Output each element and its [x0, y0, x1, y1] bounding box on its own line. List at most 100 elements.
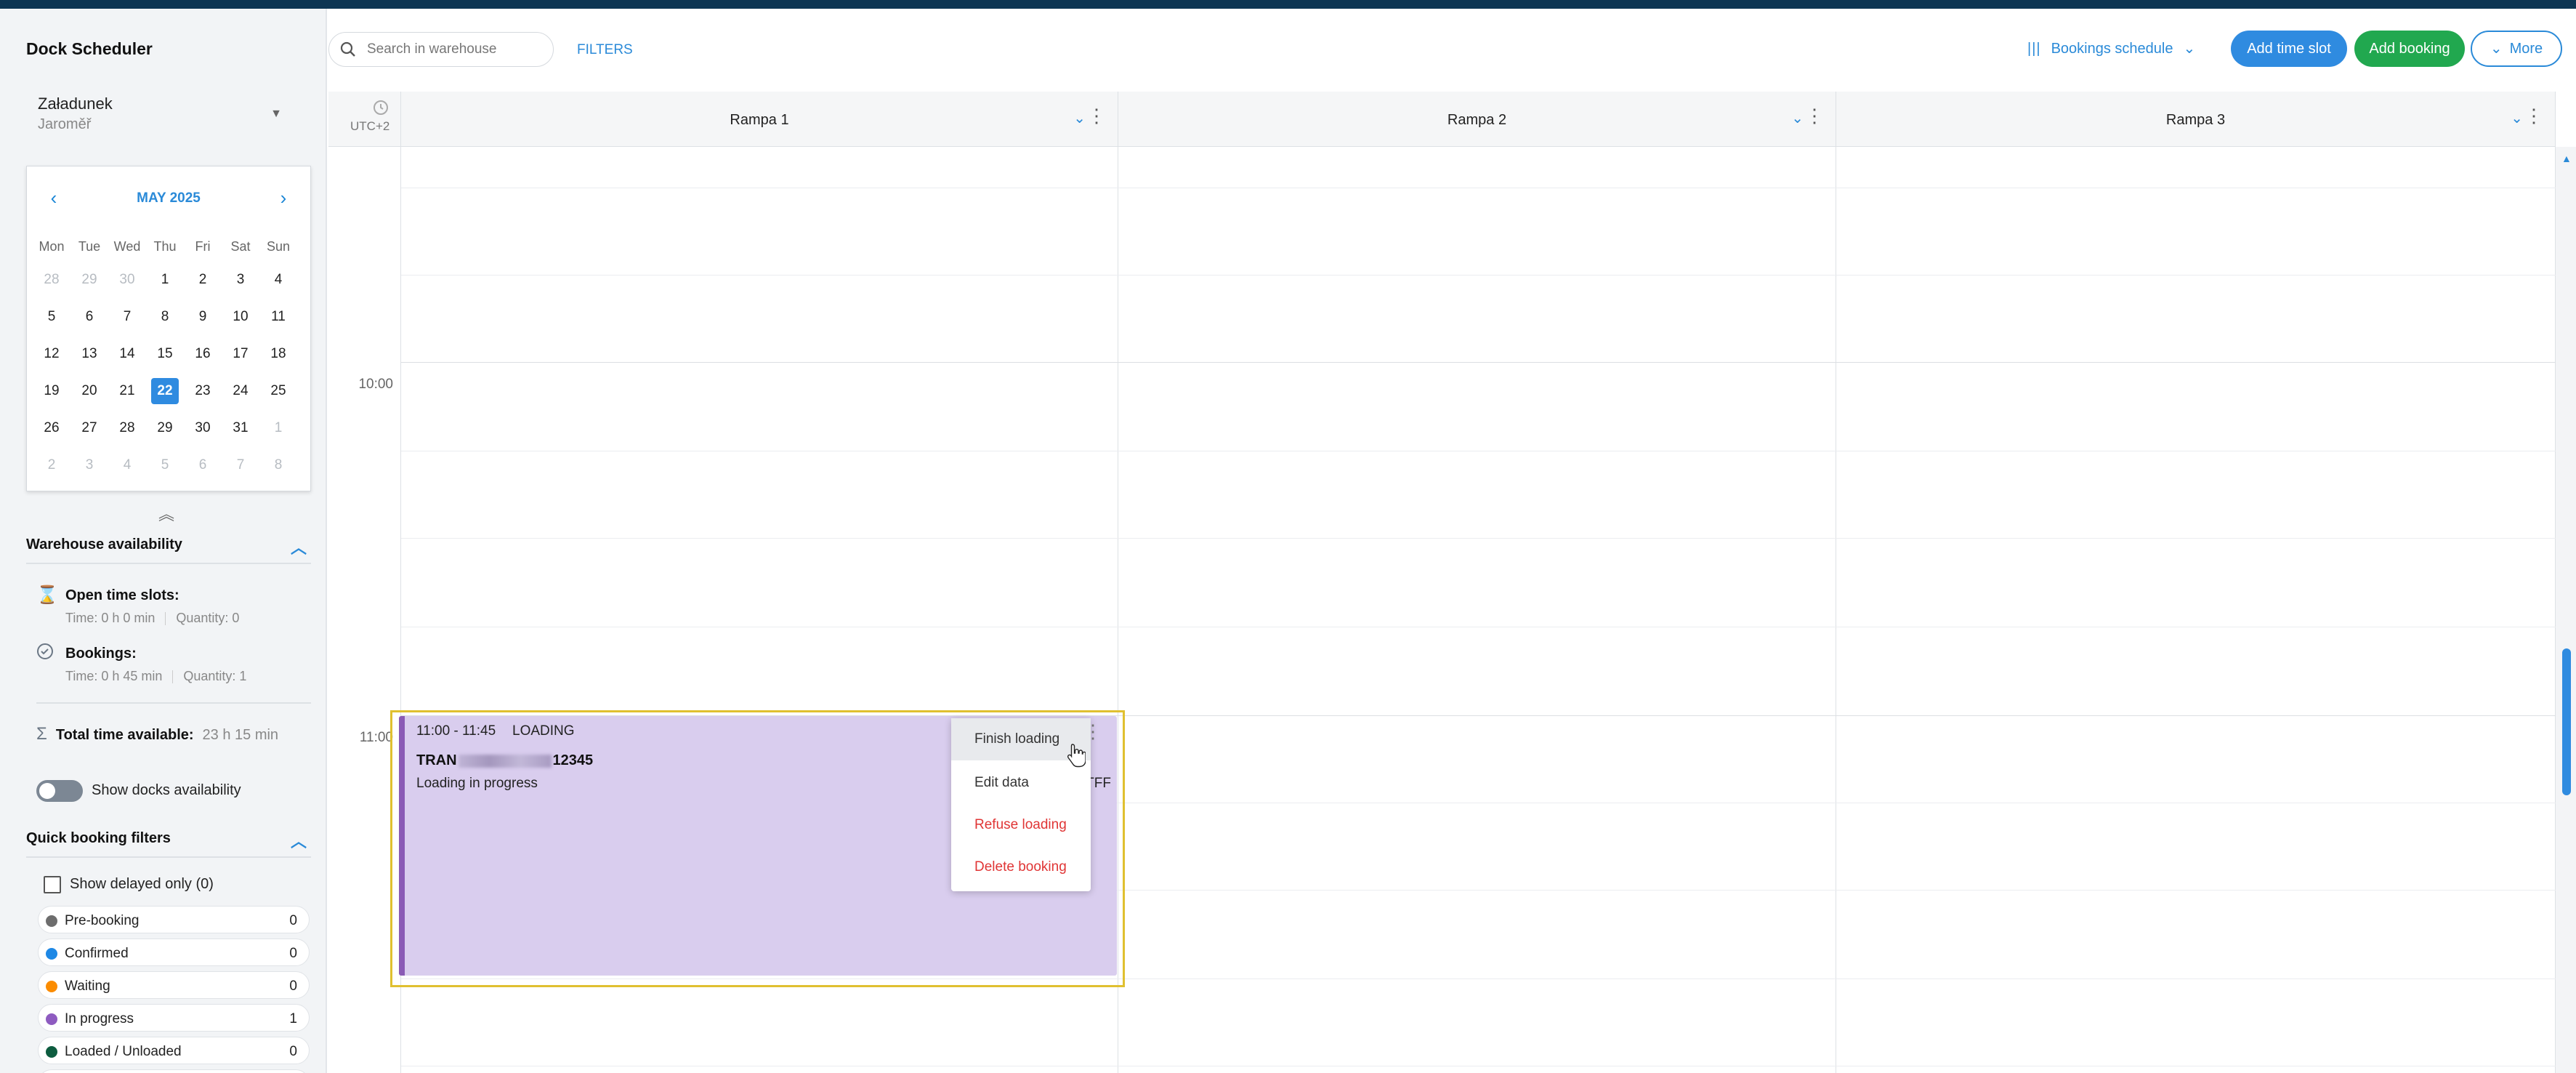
calendar-day-number: 18 — [270, 345, 286, 361]
calendar-day[interactable]: 1 — [259, 420, 297, 436]
more-label: More — [2509, 41, 2543, 57]
more-vertical-icon[interactable]: ⋮ — [1805, 106, 1824, 125]
calendar-grid: Mon Tue Wed Thu Fri Sat Sun 28 29 30 1 2 3 4 5 6… — [33, 232, 306, 483]
warehouse-select[interactable]: Załadunek Jaroměř ▼ — [26, 89, 296, 147]
grid-line — [401, 362, 2556, 363]
open-slots-detail: Time: 0 h 0 min Quantity: 0 — [65, 611, 239, 626]
calendar-day[interactable]: 6 — [184, 457, 222, 473]
chevron-down-icon[interactable]: ⌄ — [1791, 109, 1804, 127]
calendar-day-number: 6 — [198, 457, 207, 473]
calendar-day[interactable]: 4 — [259, 272, 297, 288]
vertical-scrollbar[interactable]: ▲ — [2556, 147, 2576, 1073]
ramp-column-header[interactable]: Rampa 2 ⌄ ⋮ — [1118, 92, 1836, 147]
calendar-day[interactable]: 29 — [70, 272, 108, 288]
calendar-day[interactable]: 25 — [259, 383, 297, 399]
ramp-column-header[interactable]: Rampa 1 ⌄ ⋮ — [401, 92, 1118, 147]
calendar-day[interactable]: 26 — [33, 420, 70, 436]
calendar-month-label[interactable]: MAY 2025 — [27, 190, 310, 206]
status-filter-item[interactable]: Pre-booking 0 — [38, 906, 310, 933]
edit-data-menu-item[interactable]: Edit data — [951, 762, 1091, 804]
calendar-day[interactable]: 21 — [108, 383, 146, 399]
calendar-day[interactable]: 15 — [146, 346, 184, 362]
calendar-day[interactable]: 3 — [222, 272, 259, 288]
bookings-detail: Time: 0 h 45 min Quantity: 1 — [65, 669, 246, 684]
calendar-day[interactable]: 8 — [146, 309, 184, 325]
calendar-day[interactable]: 20 — [70, 383, 108, 399]
calendar-day[interactable]: 7 — [222, 457, 259, 473]
docks-availability-toggle[interactable] — [36, 780, 83, 802]
calendar-day[interactable]: 5 — [146, 457, 184, 473]
calendar-week-row: 2 3 4 5 6 7 8 — [33, 446, 306, 483]
calendar-day[interactable]: 17 — [222, 346, 259, 362]
status-filter-item[interactable]: Departure0 — [38, 1069, 310, 1073]
calendar-day[interactable]: 6 — [70, 309, 108, 325]
calendar-day[interactable]: 24 — [222, 383, 259, 399]
calendar-day[interactable]: 23 — [184, 383, 222, 399]
status-count: 0 — [289, 978, 297, 994]
collapse-calendar-icon[interactable]: ︽ — [158, 502, 174, 525]
calendar-day[interactable]: 31 — [222, 420, 259, 436]
calendar-day[interactable]: 28 — [108, 420, 146, 436]
ramp-lane[interactable] — [1836, 147, 2556, 1073]
scroll-up-icon[interactable]: ▲ — [2561, 153, 2572, 164]
add-time-slot-button[interactable]: Add time slot — [2231, 31, 2347, 67]
status-filter-item[interactable]: Confirmed 0 — [38, 939, 310, 966]
ramp-column-header[interactable]: Rampa 3 ⌄ ⋮ — [1836, 92, 2556, 147]
more-vertical-icon[interactable]: ⋮ — [2524, 106, 2543, 125]
calendar-day[interactable]: 3 — [70, 457, 108, 473]
next-month-icon[interactable]: › — [272, 188, 294, 207]
calendar-day-number: 28 — [44, 271, 60, 287]
more-vertical-icon[interactable]: ⋮ — [1087, 106, 1106, 125]
view-selector[interactable]: ||| Bookings schedule ⌄ — [2027, 39, 2195, 57]
search-input[interactable] — [367, 39, 541, 60]
calendar-day[interactable]: 27 — [70, 420, 108, 436]
status-filter-item[interactable]: In progress 1 — [38, 1004, 310, 1032]
calendar-day[interactable]: 2 — [184, 272, 222, 288]
status-filter-item[interactable]: Loaded / Unloaded 0 — [38, 1037, 310, 1064]
calendar-day[interactable]: 22 — [146, 377, 184, 404]
refuse-loading-menu-item[interactable]: Refuse loading — [951, 804, 1091, 846]
calendar-day[interactable]: 11 — [259, 309, 297, 325]
calendar-day[interactable]: 30 — [184, 420, 222, 436]
calendar-day[interactable]: 2 — [33, 457, 70, 473]
warehouse-availability-header[interactable]: Warehouse availability ︿ — [26, 536, 311, 557]
search-box[interactable] — [328, 32, 554, 67]
calendar-day[interactable]: 10 — [222, 309, 259, 325]
status-filter-item[interactable]: Waiting 0 — [38, 971, 310, 999]
divider — [36, 702, 311, 704]
calendar-day[interactable]: 18 — [259, 346, 297, 362]
more-button[interactable]: ⌄ More — [2471, 31, 2562, 67]
calendar-day-number: 5 — [47, 308, 56, 324]
calendar-day[interactable]: 4 — [108, 457, 146, 473]
bookings-quantity: Quantity: 1 — [183, 669, 247, 683]
weekday-label: Fri — [195, 238, 211, 254]
calendar-day-number: 6 — [85, 308, 94, 324]
calendar-day-number: 28 — [119, 419, 135, 435]
calendar-day[interactable]: 9 — [184, 309, 222, 325]
delete-booking-menu-item[interactable]: Delete booking — [951, 846, 1091, 888]
scroll-thumb[interactable] — [2562, 648, 2571, 795]
calendar-day[interactable]: 1 — [146, 272, 184, 288]
delayed-only-checkbox[interactable] — [44, 876, 61, 893]
chevron-down-icon[interactable]: ⌄ — [2511, 109, 2523, 127]
calendar-day[interactable]: 5 — [33, 309, 70, 325]
warehouse-city: Jaroměř — [38, 116, 92, 132]
add-booking-button[interactable]: Add booking — [2354, 31, 2465, 67]
filters-button[interactable]: FILTERS — [577, 42, 633, 58]
ramp-lane[interactable] — [1118, 147, 1836, 1073]
calendar-day[interactable]: 19 — [33, 383, 70, 399]
calendar-day[interactable]: 29 — [146, 420, 184, 436]
calendar-day[interactable]: 8 — [259, 457, 297, 473]
calendar-day[interactable]: 14 — [108, 346, 146, 362]
chevron-down-icon[interactable]: ⌄ — [1073, 109, 1086, 127]
calendar-day[interactable]: 7 — [108, 309, 146, 325]
calendar-week-row: 19 20 21 22 23 24 25 — [33, 372, 306, 409]
calendar-day[interactable]: 12 — [33, 346, 70, 362]
quick-booking-filters-header[interactable]: Quick booking filters ︿ — [26, 830, 311, 851]
calendar-day[interactable]: 13 — [70, 346, 108, 362]
calendar-day[interactable]: 28 — [33, 272, 70, 288]
booking-subtitle: Loading in progress — [416, 776, 538, 791]
calendar-day[interactable]: 16 — [184, 346, 222, 362]
calendar-day[interactable]: 30 — [108, 272, 146, 288]
calendar-day-number: 2 — [47, 457, 56, 473]
